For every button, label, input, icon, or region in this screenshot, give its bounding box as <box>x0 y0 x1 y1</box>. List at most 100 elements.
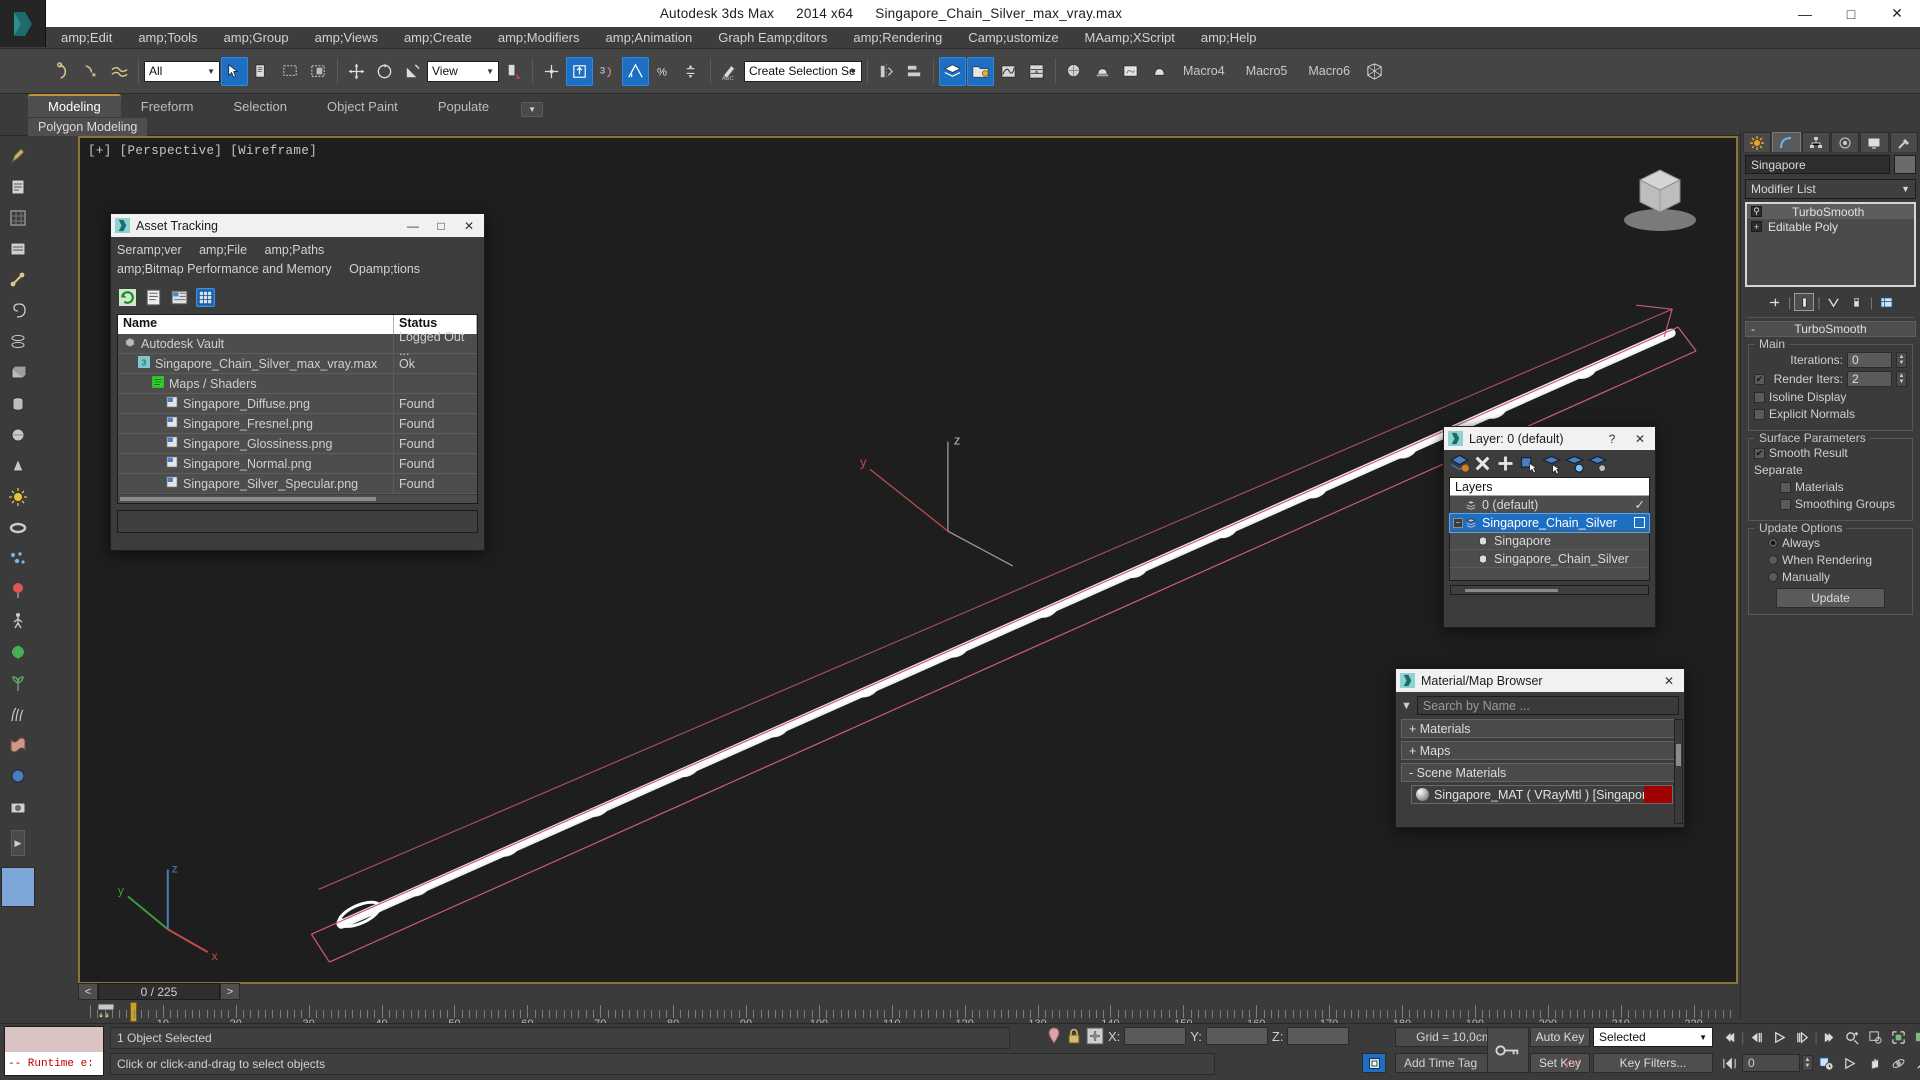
asset-tracking-window[interactable]: Asset Tracking — □ ✕ Seramp;ver amp;File… <box>110 213 485 551</box>
layer-active-box[interactable] <box>1634 517 1645 528</box>
material-editor-icon[interactable] <box>1061 57 1088 86</box>
mirror-icon[interactable] <box>873 57 900 86</box>
menu-item-graph-editors[interactable]: Graph Eamp;ditors <box>705 28 840 47</box>
snaps-toggle-icon[interactable] <box>566 56 593 86</box>
asset-row[interactable]: Singapore_Silver_Specular.png Found <box>118 474 477 494</box>
window-crossing-toggle-icon[interactable] <box>305 57 332 86</box>
remove-modifier-icon[interactable] <box>1847 293 1867 311</box>
globe-icon[interactable] <box>4 638 32 666</box>
ribbon-tab-freeform[interactable]: Freeform <box>121 96 214 117</box>
group-maps[interactable]: + Maps <box>1401 741 1679 760</box>
menu-item-views[interactable]: amp;Views <box>302 28 391 47</box>
asset-row[interactable]: 3 Singapore_Chain_Silver_max_vray.max Ok <box>118 354 477 374</box>
select-objects-in-layer-icon[interactable] <box>1518 454 1539 474</box>
box-primitive-icon[interactable] <box>4 359 32 387</box>
asset-row-name-cell[interactable]: Singapore_Fresnel.png <box>118 414 394 433</box>
macro4-button[interactable]: Macro4 <box>1173 64 1235 78</box>
auto-key-button[interactable]: Auto Key <box>1530 1027 1590 1047</box>
hair-fur-icon[interactable] <box>4 700 32 728</box>
go-to-start-icon[interactable] <box>1718 1027 1740 1047</box>
tab-utilities[interactable] <box>1889 132 1918 152</box>
maximize-viewport-toggle-icon[interactable] <box>1911 1053 1920 1073</box>
pin-stack-icon[interactable] <box>1765 293 1785 311</box>
sphere-gizmo-icon[interactable] <box>4 762 32 790</box>
render-setup-icon[interactable] <box>1089 57 1116 86</box>
render-iters-checkbox[interactable] <box>1754 373 1765 385</box>
next-frame-icon[interactable] <box>1791 1027 1813 1047</box>
layer-list-header[interactable]: Layers <box>1450 478 1649 496</box>
current-frame-field[interactable]: 0 <box>1742 1054 1800 1072</box>
particles-icon[interactable] <box>4 545 32 573</box>
select-and-rotate-icon[interactable] <box>371 57 398 86</box>
view-cube[interactable] <box>1614 158 1706 238</box>
bone-tool-icon[interactable] <box>4 266 32 294</box>
layer-list[interactable]: Layers 0 (default) ✓ − Singapore_Chain_Silv… <box>1449 477 1650 581</box>
menu-item-customize[interactable]: Camp;ustomize <box>955 28 1071 47</box>
iterations-field[interactable]: 0 <box>1847 352 1892 368</box>
render-iters-field[interactable]: 2 <box>1847 371 1892 387</box>
render-iters-spinner-icon[interactable]: ▲ ▼ <box>1896 371 1907 387</box>
asset-tracking-minimize[interactable]: — <box>402 215 424 236</box>
at-menu-bitmap-performance[interactable]: amp;Bitmap Performance and Memory <box>117 262 332 276</box>
asset-row-name-cell[interactable]: Maps / Shaders <box>118 374 394 393</box>
y-coordinate-field[interactable] <box>1205 1027 1268 1045</box>
set-key-mode-button[interactable] <box>1487 1027 1529 1073</box>
zoom-extents-selected-icon[interactable] <box>1888 1027 1910 1047</box>
layer-expand-icon[interactable]: − <box>1453 517 1463 528</box>
layer-window-close[interactable]: ✕ <box>1629 428 1651 449</box>
tab-modify[interactable] <box>1772 132 1801 152</box>
asset-row-name-cell[interactable]: Singapore_Normal.png <box>118 454 394 473</box>
percent-snap-toggle-icon[interactable] <box>622 56 649 86</box>
list-view-icon[interactable] <box>144 288 163 307</box>
paint-selection-icon[interactable] <box>4 142 32 170</box>
viewport-layout-thumbnail[interactable] <box>1 867 35 907</box>
layer-horizontal-scrollbar[interactable] <box>1450 585 1649 595</box>
group-materials[interactable]: + Materials <box>1401 719 1679 738</box>
isoline-display-checkbox[interactable] <box>1754 391 1765 403</box>
always-radio[interactable] <box>1768 538 1778 548</box>
make-unique-icon[interactable] <box>1824 293 1844 311</box>
asset-tracking-grid[interactable]: Name Status Autodesk Vault Logged Out ...… <box>117 314 478 504</box>
ribbon-tab-populate[interactable]: Populate <box>418 96 509 117</box>
listener-output-area[interactable] <box>5 1027 103 1052</box>
select-and-link-icon[interactable] <box>106 57 133 86</box>
time-tag-toggle-icon[interactable] <box>1362 1053 1386 1073</box>
layer-row[interactable]: 0 (default) ✓ <box>1450 496 1649 514</box>
layer-window[interactable]: Layer: 0 (default) ? ✕ Layers 0 (default… <box>1443 426 1656 628</box>
asset-row-name-cell[interactable]: Singapore_Glossiness.png <box>118 434 394 453</box>
iterations-spinner-icon[interactable]: ▲ ▼ <box>1896 352 1907 368</box>
cone-primitive-icon[interactable] <box>4 452 32 480</box>
select-and-move-icon[interactable] <box>343 57 370 86</box>
layer-row[interactable]: Singapore <box>1450 532 1649 550</box>
smoothing-groups-checkbox[interactable] <box>1780 498 1791 510</box>
material-browser-close[interactable]: ✕ <box>1658 670 1680 691</box>
zoom-all-viewports-icon[interactable] <box>1911 1027 1920 1047</box>
when-rendering-radio[interactable] <box>1768 555 1778 565</box>
time-configuration-dialog-icon[interactable] <box>1815 1053 1837 1073</box>
tab-display[interactable] <box>1860 132 1889 152</box>
key-filters-button[interactable]: Key Filters... <box>1593 1053 1713 1073</box>
select-by-name-icon[interactable] <box>249 57 276 86</box>
modifier-list-dropdown[interactable]: Modifier List ▼ <box>1745 179 1916 199</box>
asset-tracking-icon[interactable] <box>967 56 994 86</box>
path-view-icon[interactable] <box>170 288 189 307</box>
layer-properties-icon[interactable] <box>1587 454 1608 473</box>
zoom-extents-all-icon[interactable] <box>1865 1027 1887 1047</box>
grid-icon[interactable] <box>4 204 32 232</box>
named-selection-set-combo[interactable]: Create Selection Se ▼ <box>744 60 862 82</box>
object-name-field[interactable]: Singapore <box>1745 155 1890 174</box>
layer-manager-icon[interactable] <box>939 56 966 86</box>
asset-row-name-cell[interactable]: Singapore_Silver_Specular.png <box>118 474 394 493</box>
highlight-selected-objects-icon[interactable] <box>1564 454 1585 473</box>
tab-hierarchy[interactable] <box>1801 132 1830 152</box>
macro6-button[interactable]: Macro6 <box>1298 64 1360 78</box>
menu-item-help[interactable]: amp;Help <box>1188 28 1270 47</box>
go-to-end-icon[interactable] <box>1819 1027 1841 1047</box>
maximize-button[interactable]: □ <box>1828 0 1874 27</box>
angle-snap-toggle-icon[interactable]: 3 <box>594 57 621 86</box>
asset-row[interactable]: Singapore_Glossiness.png Found <box>118 434 477 454</box>
schematic-view-icon[interactable] <box>1023 57 1050 86</box>
column-header-name[interactable]: Name <box>118 315 394 334</box>
rollout-collapse-icon[interactable]: - <box>1751 322 1755 336</box>
time-configuration-icon[interactable] <box>1842 1027 1864 1047</box>
